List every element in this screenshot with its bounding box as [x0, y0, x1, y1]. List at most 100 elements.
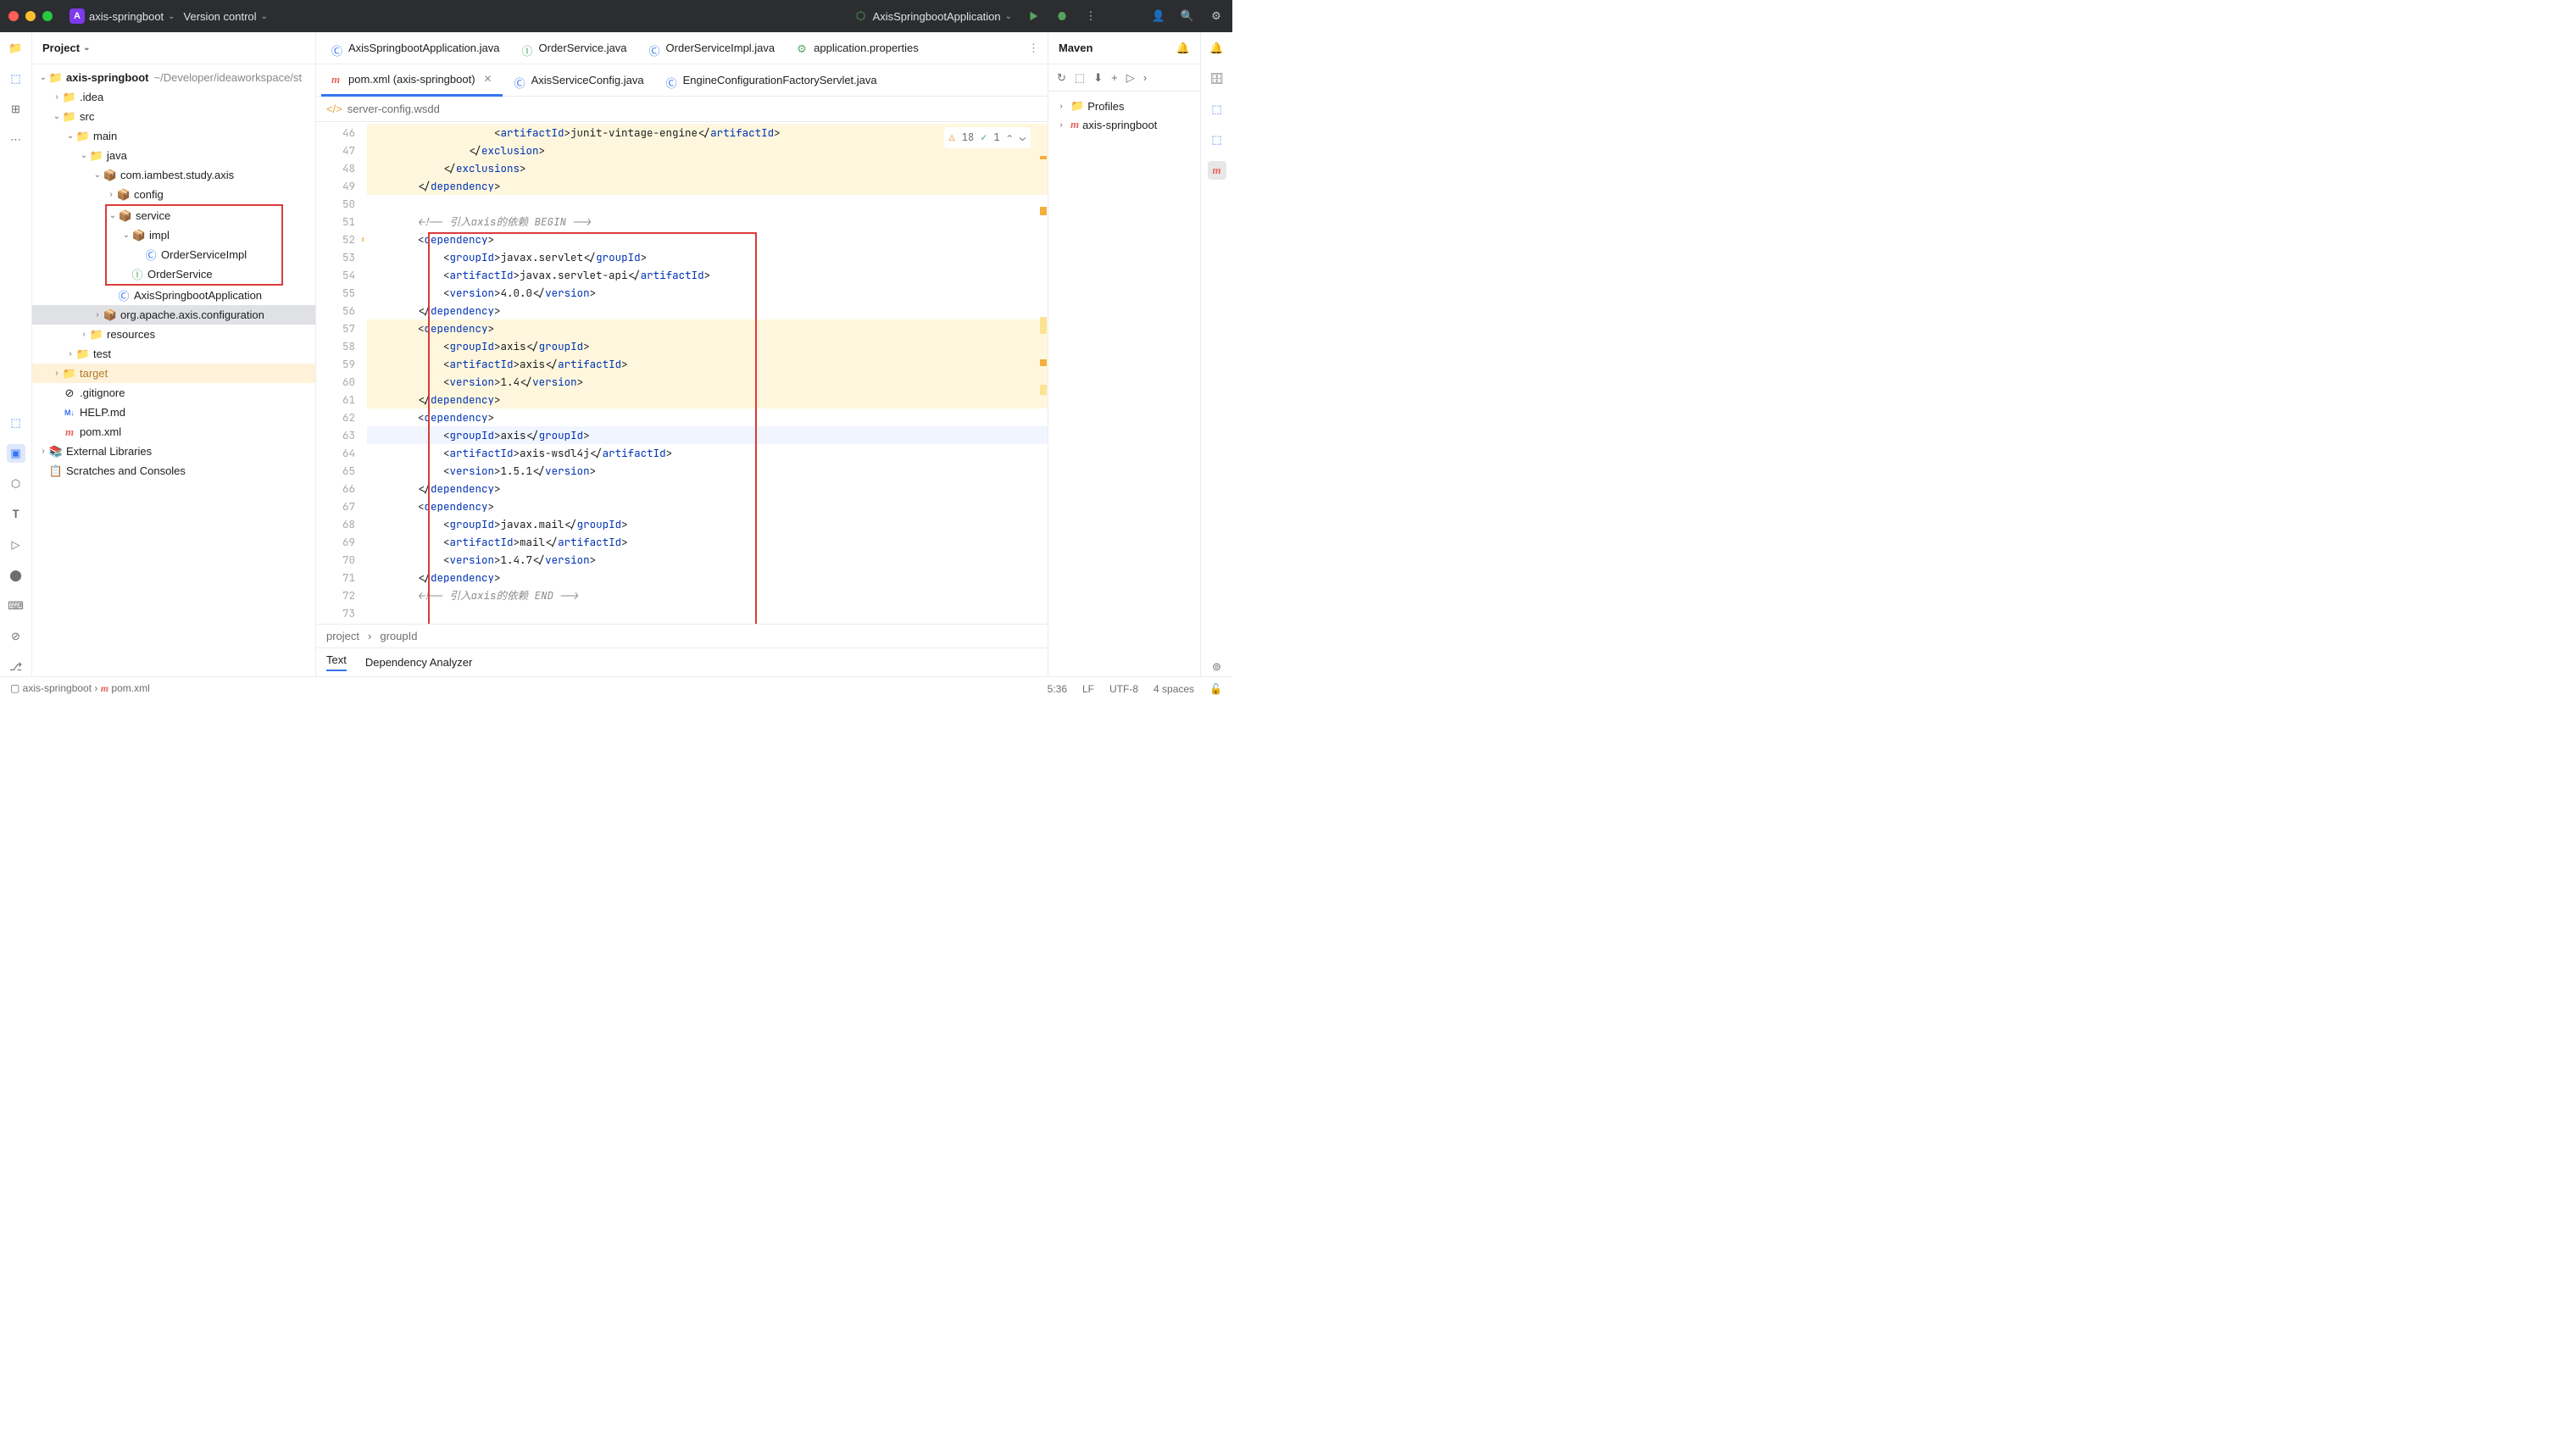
project-panel-header: Project ⌄ [32, 32, 315, 64]
tree-orderimpl[interactable]: ⒸOrderServiceImpl [107, 245, 281, 264]
indent[interactable]: 4 spaces [1154, 683, 1194, 695]
tab-orderserviceimpl[interactable]: ⒸOrderServiceImpl.java [639, 32, 786, 64]
services-icon[interactable]: ▣ [7, 444, 25, 463]
close-window[interactable] [8, 11, 19, 21]
tree-apache[interactable]: ›📦org.apache.axis.configuration [32, 305, 315, 325]
right-tool-rail: 🔔 🗄 ⬚ ⬚ m ⊚ [1200, 32, 1232, 676]
maximize-window[interactable] [42, 11, 53, 21]
tree-impl[interactable]: ⌄📦impl [107, 225, 281, 245]
run-maven-icon[interactable]: ▷ [1126, 71, 1135, 85]
ai-icon[interactable]: ⬚ [1208, 131, 1226, 149]
tree-pkg[interactable]: ⌄📦com.iambest.study.axis [32, 165, 315, 185]
notifications-tool-icon[interactable]: 🔔 [1208, 39, 1226, 58]
more-maven-icon[interactable]: › [1143, 71, 1147, 84]
terminal-icon[interactable]: 𝐓 [7, 505, 25, 524]
database-tool-icon[interactable]: 🗄 [1208, 69, 1226, 88]
checkmark-icon: ✓ [981, 129, 987, 147]
vcs-menu[interactable]: Version control ⌄ [184, 10, 268, 23]
chevron-down-icon[interactable]: ⌄ [1020, 129, 1026, 147]
code-with-me-icon[interactable]: 👤 [1151, 8, 1166, 24]
encoding[interactable]: UTF-8 [1109, 683, 1138, 695]
crumb-project[interactable]: project [326, 630, 359, 642]
tree-pom[interactable]: mpom.xml [32, 422, 315, 442]
tree-extlib[interactable]: ›📚External Libraries [32, 442, 315, 461]
generate-icon[interactable]: ⬚ [1075, 71, 1085, 85]
git-icon[interactable]: ⎇ [7, 658, 25, 676]
bookmarks-icon[interactable]: ⬚ [7, 414, 25, 432]
tree-root[interactable]: ⌄📁axis-springboot~/Developer/ideaworkspa… [32, 68, 315, 87]
reload-icon[interactable]: ↻ [1057, 71, 1066, 85]
tree-gitignore[interactable]: ⊘.gitignore [32, 383, 315, 403]
code-editor[interactable]: 46474849505152⬆5354555657585960616263646… [316, 122, 1048, 624]
tree-resources[interactable]: ›📁resources [32, 325, 315, 344]
tree-help[interactable]: M↓HELP.md [32, 403, 315, 422]
inspection-widget[interactable]: ⚠18 ✓1 ⌃ ⌄ [944, 127, 1031, 148]
code-content[interactable]: <artifactId>junit-vintage-engine</artifa… [367, 122, 1048, 624]
project-tool-icon[interactable]: 📁 [7, 39, 25, 58]
crumb-groupid[interactable]: groupId [380, 630, 417, 642]
debug-tool-icon[interactable]: ⬤ [7, 566, 25, 585]
problems-icon[interactable]: ⊘ [7, 627, 25, 646]
status-crumb[interactable]: ▢ axis-springboot › m pom.xml [10, 682, 150, 695]
tab-app[interactable]: ⒸAxisSpringbootApplication.java [321, 32, 510, 64]
debug-button[interactable] [1054, 8, 1070, 24]
editor-scrollbar[interactable] [1037, 122, 1048, 624]
notifications-icon[interactable]: 🔔 [1176, 42, 1190, 55]
tree-ordersvc[interactable]: ⒾOrderService [107, 264, 281, 284]
cursor-position[interactable]: 5:36 [1048, 683, 1067, 695]
run-config-selector[interactable]: ⬡ AxisSpringbootApplication ⌄ [853, 8, 1012, 24]
line-separator[interactable]: LF [1082, 683, 1094, 695]
chevron-down-icon: ⌄ [168, 12, 175, 21]
tree-java[interactable]: ⌄📁java [32, 146, 315, 165]
panel-title: Project [42, 42, 80, 54]
run-tool-icon[interactable]: ▷ [7, 536, 25, 554]
commit-tool-icon[interactable]: ⬚ [7, 69, 25, 88]
readonly-icon[interactable]: 🔓 [1209, 683, 1222, 695]
chevron-down-icon[interactable]: ⌄ [83, 43, 90, 53]
maven-tree[interactable]: ›📁Profiles ›maxis-springboot [1048, 92, 1200, 139]
build-icon[interactable]: ⬡ [7, 475, 25, 493]
warning-icon: ⚠ [949, 129, 955, 147]
tree-main[interactable]: ⌄📁main [32, 126, 315, 146]
more-tools-icon[interactable]: ⋯ [7, 131, 25, 149]
tab-enginefactory[interactable]: ⒸEngineConfigurationFactoryServlet.java [656, 64, 887, 97]
more-icon[interactable]: ⋮ [1083, 8, 1098, 24]
line-gutter: 46474849505152⬆5354555657585960616263646… [316, 122, 367, 624]
tab-overflow-icon[interactable]: ⋮ [1028, 42, 1039, 55]
project-name: axis-springboot [89, 10, 164, 23]
tab-axisconfig[interactable]: ⒸAxisServiceConfig.java [504, 64, 654, 97]
console-icon[interactable]: ⌨ [7, 597, 25, 615]
maven-profiles[interactable]: ›📁Profiles [1055, 97, 1193, 115]
tree-service[interactable]: ⌄📦service [107, 206, 281, 225]
close-tab-icon[interactable]: ✕ [484, 73, 492, 85]
tree-src[interactable]: ⌄📁src [32, 107, 315, 126]
tab-orderservice[interactable]: ⒾOrderService.java [512, 32, 637, 64]
tab-appprops[interactable]: ⚙application.properties [787, 32, 929, 64]
add-icon[interactable]: + [1111, 71, 1118, 84]
endpoints-icon[interactable]: ⬚ [1208, 100, 1226, 119]
subtab-dep[interactable]: Dependency Analyzer [365, 656, 472, 669]
window-controls [8, 11, 53, 21]
settings-tool-icon[interactable]: ⊚ [1208, 658, 1226, 676]
run-button[interactable] [1026, 8, 1041, 24]
tree-target[interactable]: ›📁target [32, 364, 315, 383]
structure-tool-icon[interactable]: ⊞ [7, 100, 25, 119]
minimize-window[interactable] [25, 11, 36, 21]
download-icon[interactable]: ⬇ [1093, 71, 1103, 85]
maven-project[interactable]: ›maxis-springboot [1055, 115, 1193, 134]
tab-pom[interactable]: mpom.xml (axis-springboot)✕ [321, 64, 503, 97]
subtab-text[interactable]: Text [326, 653, 347, 671]
tree-app[interactable]: ⒸAxisSpringbootApplication [32, 286, 315, 305]
project-tree[interactable]: ⌄📁axis-springboot~/Developer/ideaworkspa… [32, 64, 315, 676]
xml-icon: </> [326, 103, 342, 115]
tree-test[interactable]: ›📁test [32, 344, 315, 364]
tree-config[interactable]: ›📦config [32, 185, 315, 204]
settings-icon[interactable]: ⚙ [1209, 8, 1224, 24]
maven-tool-icon[interactable]: m [1208, 161, 1226, 180]
search-icon[interactable]: 🔍 [1180, 8, 1195, 24]
tree-scratch[interactable]: 📋Scratches and Consoles [32, 461, 315, 481]
status-bar: ▢ axis-springboot › m pom.xml 5:36 LF UT… [0, 676, 1232, 700]
project-selector[interactable]: A axis-springboot ⌄ [69, 8, 175, 24]
chevron-up-icon[interactable]: ⌃ [1007, 129, 1013, 147]
tree-idea[interactable]: ›📁.idea [32, 87, 315, 107]
